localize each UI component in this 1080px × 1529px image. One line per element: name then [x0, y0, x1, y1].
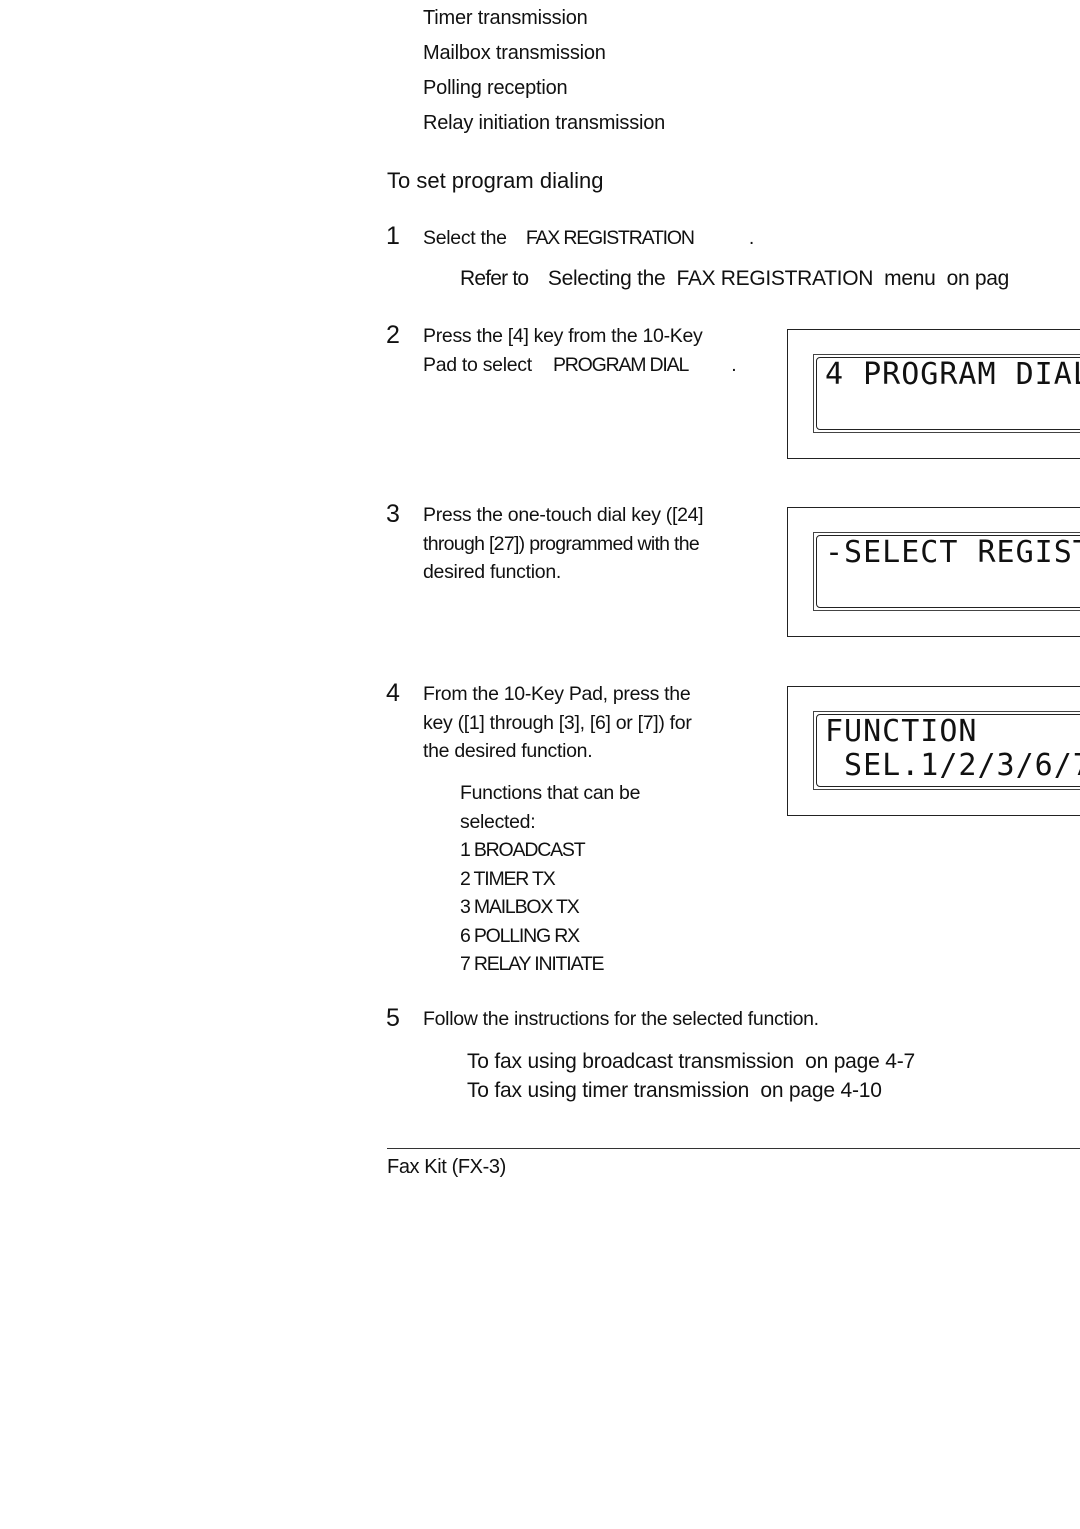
lcd-frame: -SELECT REGIST: [813, 532, 1080, 611]
lcd-line-2: [825, 392, 1080, 426]
menu-term: FAX REGISTRATION: [525, 227, 695, 249]
step-line: From the 10-Key Pad, press the: [423, 683, 691, 705]
footer-divider: [387, 1148, 1080, 1149]
step-line: key ([1] through [3], [6] or [7]) for: [423, 711, 692, 734]
step-line: Press the one-touch dial key ([24]: [423, 504, 704, 526]
lcd-display-panel: 4 PROGRAM DIAL: [787, 329, 1080, 459]
function-item: 1 BROADCAST: [460, 839, 586, 861]
step-number: 2: [386, 321, 400, 349]
step-1-text: Select the FAX REGISTRATION .: [423, 224, 754, 253]
lcd-line-1: -SELECT REGIST: [825, 535, 1080, 570]
step-1-prefix: Select the: [423, 227, 507, 249]
step-number: 5: [386, 1004, 400, 1032]
functions-intro: Functions that can be: [460, 782, 641, 804]
bullet-item: Timer transmission: [423, 7, 588, 29]
menu-term: PROGRAM DIAL: [552, 353, 689, 376]
functions-intro: selected:: [460, 810, 536, 833]
lcd-frame: FUNCTION SEL.1/2/3/6/7: [813, 711, 1080, 790]
step-2-text: Press the [4] key from the 10-Key Pad to…: [423, 322, 737, 380]
step-4-text: From the 10-Key Pad, press the key ([1] …: [423, 680, 692, 766]
lcd-display-panel: FUNCTION SEL.1/2/3/6/7: [787, 686, 1080, 816]
step-line: Press the [4] key from the 10-Key: [423, 325, 703, 347]
step-1-reference: Refer to Selecting the FAX REGISTRATION …: [460, 267, 1009, 291]
step-number: 1: [386, 222, 400, 250]
lcd-display-panel: -SELECT REGIST: [787, 507, 1080, 637]
lcd-line-1: FUNCTION: [825, 714, 978, 749]
period: .: [731, 353, 737, 376]
lcd-line-2: [825, 570, 1080, 604]
function-item: 2 TIMER TX: [460, 867, 556, 890]
function-item: 6 POLLING RX: [460, 924, 580, 947]
lcd-line-1: 4 PROGRAM DIAL: [825, 357, 1080, 392]
step-5-references: To fax using broadcast transmission on p…: [467, 1047, 915, 1105]
step-number: 4: [386, 679, 400, 707]
reference-link[interactable]: To fax using broadcast transmission on p…: [467, 1047, 915, 1076]
step-line-prefix: Pad to select: [423, 353, 532, 376]
step-3-text: Press the one-touch dial key ([24] throu…: [423, 501, 704, 587]
bullet-item: Polling reception: [423, 77, 568, 99]
lcd-screen: -SELECT REGIST: [816, 535, 1080, 608]
step-5-text: Follow the instructions for the selected…: [423, 1008, 819, 1030]
lcd-screen: FUNCTION SEL.1/2/3/6/7: [816, 714, 1080, 787]
section-heading: To set program dialing: [387, 168, 604, 193]
step-line: through [27]) programmed with the: [423, 532, 700, 555]
lcd-line-2: SEL.1/2/3/6/7: [825, 748, 1080, 783]
period: .: [748, 227, 754, 249]
reference-prefix: Refer to: [460, 267, 529, 290]
reference-link[interactable]: To fax using timer transmission on page …: [467, 1076, 915, 1105]
step-number: 3: [386, 500, 400, 528]
lcd-screen: 4 PROGRAM DIAL: [816, 357, 1080, 430]
step-line: the desired function.: [423, 740, 593, 762]
bullet-item: Mailbox transmission: [423, 42, 606, 64]
function-item: 7 RELAY INITIATE: [460, 953, 605, 975]
step-line: desired function.: [423, 561, 561, 583]
reference-link[interactable]: Selecting the FAX REGISTRATION menu on p…: [548, 267, 1009, 290]
footer-title: Fax Kit (FX-3): [387, 1156, 506, 1178]
lcd-frame: 4 PROGRAM DIAL: [813, 354, 1080, 433]
step-line: Pad to select PROGRAM DIAL .: [423, 351, 737, 380]
function-item: 3 MAILBOX TX: [460, 896, 580, 918]
bullet-item: Relay initiation transmission: [423, 112, 666, 134]
functions-list: Functions that can be selected: 1 BROADC…: [460, 779, 640, 979]
